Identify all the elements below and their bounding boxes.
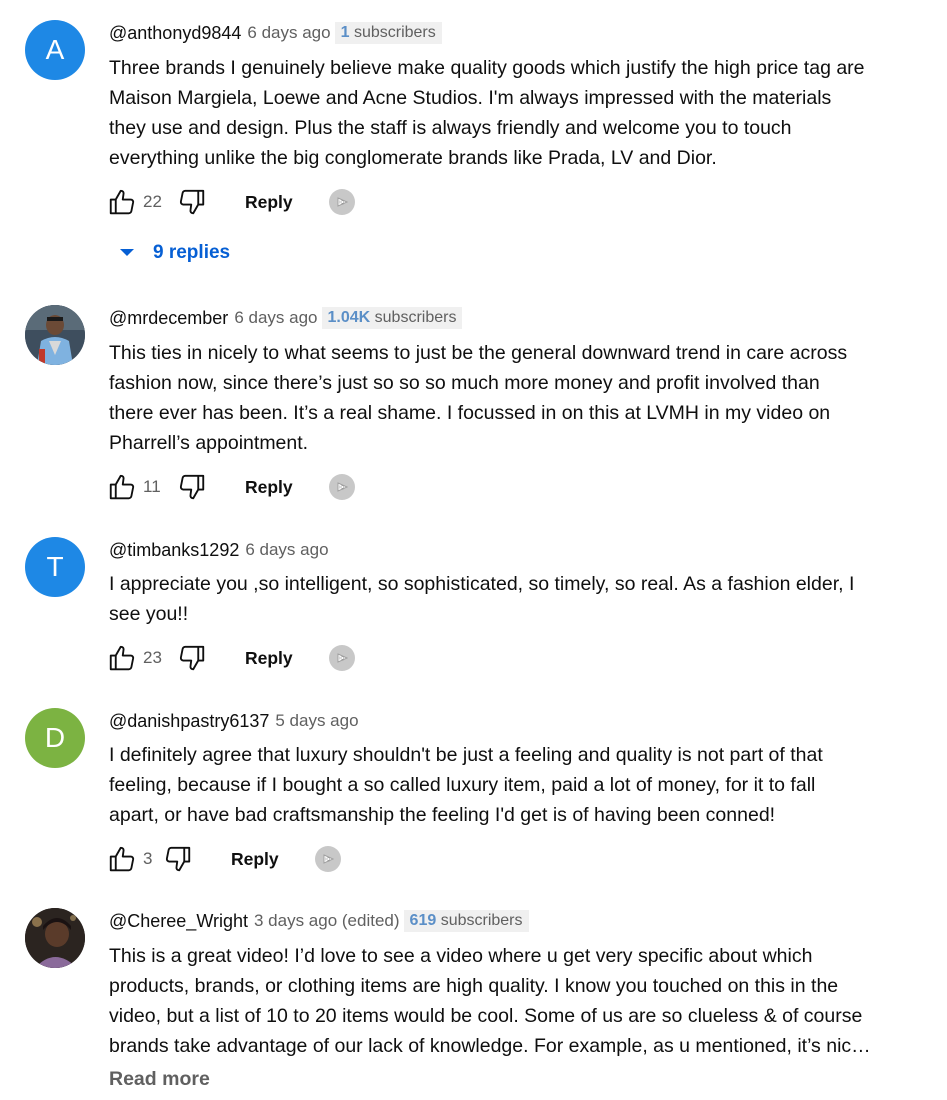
dislike-button[interactable] (175, 641, 209, 675)
comment-text: This ties in nicely to what seems to jus… (109, 338, 929, 458)
comment-line: Pharrell’s appointment. (109, 432, 309, 454)
comment-line: brands take advantage of our lack of kno… (109, 1035, 871, 1057)
subscriber-badge: 619 subscribers (403, 910, 529, 932)
comment-line: I definitely agree that luxury shouldn't… (109, 744, 823, 766)
comment-line: everything unlike the big conglomerate b… (109, 147, 717, 169)
avatar[interactable]: D (25, 708, 85, 768)
like-button[interactable] (105, 641, 139, 675)
reply-button[interactable]: Reply (231, 849, 279, 870)
avatar-letter: D (44, 722, 66, 753)
comment-line: Maison Margiela, Loewe and Acne Studios.… (109, 87, 832, 109)
user-photo-icon (25, 305, 85, 365)
comment-time[interactable]: 6 days ago (245, 540, 328, 560)
iq-badge-icon[interactable]: IQ (328, 645, 355, 671)
comment-time[interactable]: 6 days ago (247, 23, 330, 43)
comment-line: apart, or have bad craftsmanship the fee… (109, 804, 776, 826)
avatar-letter: T (46, 551, 64, 582)
comment-author[interactable]: @timbanks1292 (109, 540, 239, 561)
like-button[interactable] (105, 470, 139, 504)
reply-button[interactable]: Reply (245, 477, 293, 498)
avatar[interactable]: A (25, 20, 85, 80)
comment-line: video, but a list of 10 to 20 items woul… (109, 1005, 863, 1027)
dislike-button[interactable] (175, 470, 209, 504)
subscriber-count: 1 (340, 24, 350, 41)
thumbs-up-icon (109, 846, 135, 872)
subscriber-label: subscribers (353, 24, 436, 41)
comment-line: there ever has been. It’s a real shame. … (109, 402, 831, 424)
svg-text:IQ: IQ (339, 485, 344, 490)
iq-badge-icon[interactable]: IQ (328, 189, 355, 215)
user-photo-icon (25, 908, 85, 968)
reply-button[interactable]: Reply (245, 192, 293, 213)
comment-text: This is a great video! I’d love to see a… (109, 941, 929, 1061)
subscriber-count: 619 (409, 912, 437, 929)
subscriber-label: subscribers (374, 309, 457, 326)
svg-text:IQ: IQ (325, 857, 330, 862)
caret-down-icon (120, 249, 134, 256)
iq-badge-icon[interactable]: IQ (328, 474, 355, 500)
thumbs-up-icon (109, 645, 135, 671)
dislike-button[interactable] (175, 185, 209, 219)
subscriber-badge: 1 subscribers (334, 22, 442, 44)
like-count: 23 (143, 648, 162, 667)
thumbs-down-icon (179, 189, 205, 215)
like-count: 3 (143, 849, 153, 868)
comment-author[interactable]: @danishpastry6137 (109, 711, 269, 732)
comment-time[interactable]: 5 days ago (275, 711, 358, 731)
comment-author[interactable]: @Cheree_Wright (109, 911, 248, 932)
subscriber-badge: 1.04K subscribers (321, 307, 463, 329)
subscriber-count: 1.04K (327, 309, 371, 326)
thumbs-down-icon (179, 645, 205, 671)
like-button[interactable] (105, 842, 139, 876)
comment-line: This ties in nicely to what seems to jus… (109, 342, 848, 364)
svg-text:IQ: IQ (339, 200, 344, 205)
comment-line: see you!! (109, 603, 189, 625)
comment-line: This is a great video! I’d love to see a… (109, 945, 813, 967)
avatar[interactable] (25, 908, 85, 968)
view-replies-button[interactable]: 9 replies (118, 242, 230, 264)
subscriber-label: subscribers (440, 912, 523, 929)
comment-line: they use and design. Plus the staff is a… (109, 117, 792, 139)
thumbs-up-icon (109, 189, 135, 215)
comment-text: Three brands I genuinely believe make qu… (109, 53, 929, 173)
comment-text: I appreciate you ,so intelligent, so sop… (109, 569, 929, 629)
comment-time[interactable]: 6 days ago (234, 308, 317, 328)
replies-count: 9 replies (153, 242, 231, 263)
thumbs-down-icon (179, 474, 205, 500)
like-count: 22 (143, 192, 162, 211)
avatar[interactable]: T (25, 537, 85, 597)
comment-time[interactable]: 3 days ago (edited) (254, 911, 400, 931)
comment-line: fashion now, since there’s just so so so… (109, 372, 820, 394)
comment-text: I definitely agree that luxury shouldn't… (109, 740, 929, 830)
reply-button[interactable]: Reply (245, 648, 293, 669)
read-more-button[interactable]: Read more (109, 1068, 210, 1091)
comment-author[interactable]: @anthonyd9844 (109, 23, 241, 44)
comment-line: Three brands I genuinely believe make qu… (109, 57, 865, 79)
avatar[interactable] (25, 305, 85, 365)
comment-line: I appreciate you ,so intelligent, so sop… (109, 573, 855, 595)
iq-badge-icon[interactable]: IQ (314, 846, 341, 872)
comment-line: products, brands, or clothing items are … (109, 975, 839, 997)
svg-text:IQ: IQ (339, 656, 344, 661)
thumbs-down-icon (165, 846, 191, 872)
comment-author[interactable]: @mrdecember (109, 308, 228, 329)
dislike-button[interactable] (161, 842, 195, 876)
comment-line: feeling, because if I bought a so called… (109, 774, 816, 796)
like-button[interactable] (105, 185, 139, 219)
thumbs-up-icon (109, 474, 135, 500)
avatar-letter: A (45, 34, 65, 65)
like-count: 11 (143, 477, 161, 496)
